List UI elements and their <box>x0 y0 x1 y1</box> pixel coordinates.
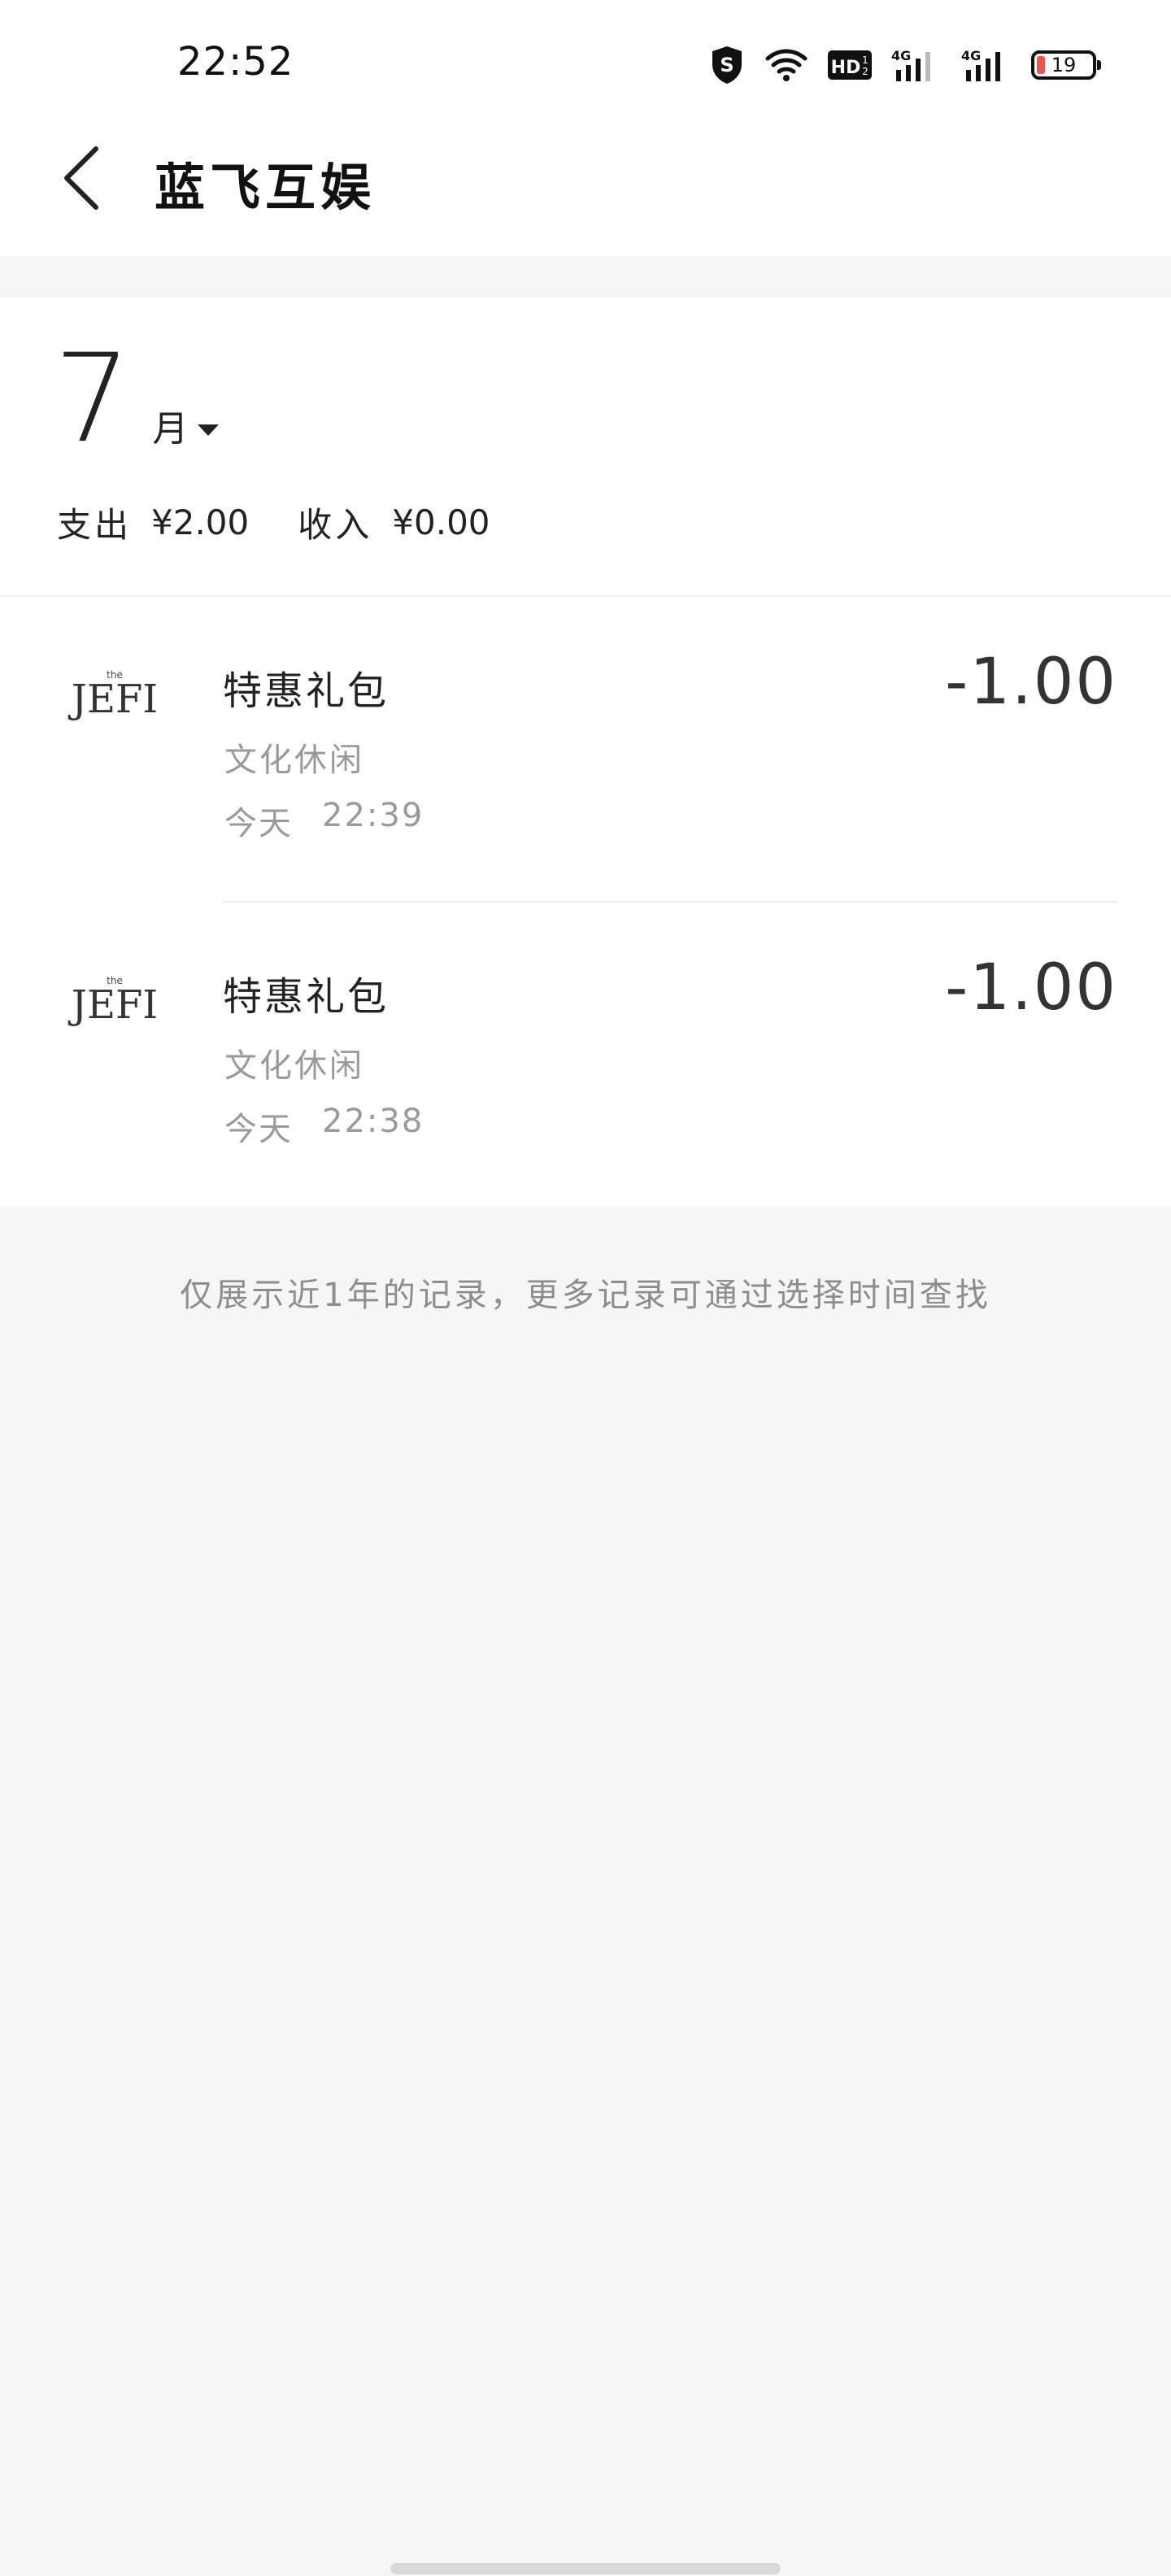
transaction-day: 今天 <box>224 1111 293 1148</box>
month-number: 7 <box>54 329 132 470</box>
transaction-day: 今天 <box>224 805 293 842</box>
expense-total: 支出 ¥2.00 <box>57 498 249 547</box>
transaction-item[interactable]: the JEFI 特惠礼包 文化休闲 今天 22:39 -1.00 <box>0 597 1171 903</box>
income-label: 收入 <box>298 505 373 545</box>
page: 22:52 S HD 1 2 4G 4G 19 蓝飞互娱 7 月 支出 ¥2.0… <box>0 0 1171 2576</box>
page-title: 蓝飞互娱 <box>155 158 377 217</box>
month-unit: 月 <box>152 408 189 450</box>
income-total: 收入 ¥0.00 <box>298 498 490 547</box>
chevron-left-icon <box>64 146 98 210</box>
signal-4g-icon: 4G <box>891 47 942 83</box>
svg-text:HD: HD <box>831 58 861 78</box>
home-indicator[interactable] <box>390 2563 781 2574</box>
transaction-clock: 22:39 <box>322 797 424 834</box>
transaction-item[interactable]: the JEFI 特惠礼包 文化休闲 今天 22:38 -1.00 <box>0 903 1171 1208</box>
battery-level: 19 <box>1051 54 1077 76</box>
transaction-amount: -1.00 <box>945 951 1117 1025</box>
records-note: 仅展示近1年的记录，更多记录可通过选择时间查找 <box>180 1277 991 1314</box>
transaction-time: 今天 22:39 <box>224 797 424 844</box>
transaction-time: 今天 22:38 <box>224 1103 424 1150</box>
merchant-logo-text: JEFI <box>67 982 159 1028</box>
transaction-amount: -1.00 <box>945 646 1117 719</box>
merchant-logo: the JEFI <box>57 943 172 1059</box>
svg-text:4G: 4G <box>891 48 911 63</box>
status-icons: S HD 1 2 4G 4G 19 <box>709 42 1101 88</box>
merchant-logo-text: JEFI <box>67 677 159 722</box>
transaction-title: 特惠礼包 <box>223 974 390 1020</box>
merchant-logo: the JEFI <box>57 637 172 753</box>
svg-text:1: 1 <box>862 54 868 66</box>
transaction-category: 文化休闲 <box>224 742 364 779</box>
shield-s-icon: S <box>709 45 745 85</box>
signal-4g-icon: 4G <box>961 47 1012 83</box>
status-bar: 22:52 S HD 1 2 4G 4G 19 <box>0 0 1171 122</box>
chevron-down-icon <box>198 424 220 436</box>
transaction-category: 文化休闲 <box>224 1047 364 1085</box>
transaction-title: 特惠礼包 <box>223 668 390 714</box>
back-button[interactable] <box>49 141 114 215</box>
status-time: 22:52 <box>177 39 294 85</box>
month-selector[interactable]: 7 月 <box>54 329 220 470</box>
month-summary: 7 月 支出 ¥2.00 收入 ¥0.00 <box>0 298 1171 595</box>
income-value: ¥0.00 <box>392 503 490 542</box>
totals: 支出 ¥2.00 收入 ¥0.00 <box>57 498 539 547</box>
header: 蓝飞互娱 <box>0 122 1171 256</box>
hd-icon: HD 1 2 <box>828 49 872 81</box>
wifi-icon <box>764 47 808 83</box>
transaction-list: the JEFI 特惠礼包 文化休闲 今天 22:39 -1.00 the JE… <box>0 595 1171 1207</box>
expense-value: ¥2.00 <box>151 503 250 542</box>
svg-text:2: 2 <box>862 66 868 77</box>
svg-text:4G: 4G <box>961 48 981 63</box>
expense-label: 支出 <box>57 505 133 545</box>
svg-text:S: S <box>720 54 734 76</box>
transaction-clock: 22:38 <box>322 1103 424 1140</box>
battery-icon: 19 <box>1031 50 1101 80</box>
